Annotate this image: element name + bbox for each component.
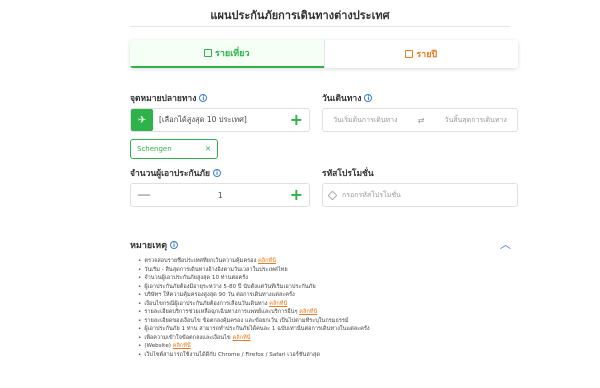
tag-icon bbox=[327, 190, 338, 200]
travel-dates-label: วันเดินทาง i bbox=[322, 91, 373, 105]
destination-chip-label: Schengen bbox=[137, 145, 172, 153]
plus-icon[interactable]: + bbox=[290, 187, 303, 203]
list-item: ตรวจสอบรายชื่อประเทศที่ยกเว้นความคุ้มครอ… bbox=[138, 257, 518, 266]
destination-label: จุดหมายปลายทาง i bbox=[130, 91, 208, 105]
note-text: เพื่อความเข้าใจข้อตกลงและเงื่อนไข bbox=[144, 334, 233, 341]
note-text: บริษัทฯ ให้ความคุ้มครองสูงสุด 90 วัน ต่อ… bbox=[144, 292, 295, 298]
plan-tabs: รายเที่ยว รายปี bbox=[130, 40, 518, 68]
close-icon[interactable]: ✕ bbox=[205, 145, 211, 153]
destination-label-text: จุดหมายปลายทาง bbox=[130, 94, 197, 104]
note-link[interactable]: คลิกที่นี่ bbox=[299, 309, 317, 315]
list-item: รายละเอียดบริการช่วยเหลือฉุกเฉินทางการแพ… bbox=[138, 308, 518, 317]
note-text: เงื่อนไขกรณีผู้เอาประกันภัยต้องการเลื่อน… bbox=[144, 300, 270, 307]
end-date-input[interactable]: วันสิ้นสุดการเดินทาง bbox=[445, 115, 507, 126]
tab-annual[interactable]: รายปี bbox=[323, 40, 519, 68]
list-item: เพื่อความเข้าใจข้อตกลงและเงื่อนไข คลิกที… bbox=[138, 334, 518, 343]
title-divider bbox=[130, 26, 510, 27]
list-item: เงื่อนไขกรณีผู้เอาประกันภัยต้องการเลื่อน… bbox=[138, 300, 518, 309]
note-text: ผู้เอาประกันภัยต้องมีอายุระหว่าง 5-80 ปี… bbox=[144, 283, 316, 290]
destination-chip: Schengen ✕ bbox=[130, 139, 218, 159]
travelers-stepper: — 1 + bbox=[130, 183, 310, 207]
remarks-label: หมายเหตุ bbox=[130, 241, 168, 251]
chevron-up-icon[interactable]: ︿ bbox=[500, 236, 511, 252]
note-text: ตรวจสอบรายชื่อประเทศที่ยกเว้นความคุ้มครอ… bbox=[144, 258, 258, 264]
info-icon[interactable]: i bbox=[364, 94, 373, 102]
destination-placeholder: [เลือกได้สูงสุด 10 ประเทศ] bbox=[159, 115, 247, 124]
note-text: (Website) bbox=[144, 343, 173, 349]
tab-single-trip-label: รายเที่ยว bbox=[215, 49, 250, 59]
destination-select[interactable]: ✈ [เลือกได้สูงสุด 10 ประเทศ] + bbox=[130, 108, 310, 132]
start-date-input[interactable]: วันเริ่มต้นการเดินทาง bbox=[333, 115, 397, 126]
note-text: ผู้เอาประกันภัย 1 ท่าน สามารถทำประกันภัย… bbox=[144, 326, 370, 332]
note-link[interactable]: คลิกที่นี่ bbox=[258, 258, 276, 264]
travelers-label: จำนวนผู้เอาประกันภัย i bbox=[130, 166, 221, 180]
note-link[interactable]: คลิกที่นี่ bbox=[173, 343, 191, 349]
travelers-label-text: จำนวนผู้เอาประกันภัย bbox=[130, 169, 210, 179]
page-title: แผนประกันภัยการเดินทางต่างประเทศ bbox=[210, 9, 390, 22]
list-item: จำนวนผู้เอาประกันภัยสูงสุด 10 ท่านต่อครั… bbox=[138, 274, 518, 283]
calendar-icon bbox=[405, 50, 414, 58]
list-item: ผู้เอาประกันภัย 1 ท่าน สามารถทำประกันภัย… bbox=[138, 325, 518, 334]
swap-icon: ⇄ bbox=[417, 115, 425, 125]
note-link[interactable]: คลิกที่นี่ bbox=[233, 335, 251, 341]
promo-label: รหัสโปรโมชั่น bbox=[322, 166, 374, 180]
plane-icon: ✈ bbox=[131, 109, 153, 131]
list-item: บริษัทฯ ให้ความคุ้มครองสูงสุด 90 วัน ต่อ… bbox=[138, 291, 518, 300]
remarks-list: ตรวจสอบรายชื่อประเทศที่ยกเว้นความคุ้มครอ… bbox=[138, 257, 518, 359]
list-item: เว็บไซต์สามารถใช้งานได้ดีกับ Chrome / Fi… bbox=[138, 351, 518, 360]
list-item: รายละเอียดของเงื่อนไข ข้อตกลงคุ้มครอง แล… bbox=[138, 317, 518, 326]
promo-input[interactable]: กรอกรหัสโปรโมชั่น bbox=[322, 183, 518, 207]
note-text: จำนวนผู้เอาประกันภัยสูงสุด 10 ท่านต่อครั… bbox=[144, 275, 248, 281]
travel-dates-field[interactable]: วันเริ่มต้นการเดินทาง ⇄ วันสิ้นสุดการเดิ… bbox=[322, 108, 518, 132]
note-text: รายละเอียดบริการช่วยเหลือฉุกเฉินทางการแพ… bbox=[144, 309, 300, 315]
promo-label-text: รหัสโปรโมชั่น bbox=[322, 169, 374, 179]
travel-dates-label-text: วันเดินทาง bbox=[322, 94, 362, 104]
note-link[interactable]: คลิกที่นี่ bbox=[269, 301, 287, 307]
calendar-icon bbox=[204, 49, 212, 57]
list-item: (Website) คลิกที่นี่ bbox=[138, 342, 518, 351]
remarks-header[interactable]: หมายเหตุ i bbox=[130, 238, 179, 252]
minus-icon[interactable]: — bbox=[137, 188, 151, 202]
list-item: วันเริ่ม - สิ้นสุดการเดินทางอ้างอิงตามวั… bbox=[138, 266, 518, 275]
note-text: เว็บไซต์สามารถใช้งานได้ดีกับ Chrome / Fi… bbox=[144, 351, 320, 358]
list-item: ผู้เอาประกันภัยต้องมีอายุระหว่าง 5-80 ปี… bbox=[138, 283, 518, 292]
info-icon[interactable]: i bbox=[170, 241, 179, 249]
add-destination-icon[interactable]: + bbox=[290, 112, 309, 128]
tab-annual-label: รายปี bbox=[416, 50, 438, 60]
tab-single-trip[interactable]: รายเที่ยว bbox=[130, 40, 324, 68]
info-icon[interactable]: i bbox=[199, 94, 208, 102]
note-text: วันเริ่ม - สิ้นสุดการเดินทางอ้างอิงตามวั… bbox=[144, 266, 288, 273]
promo-placeholder: กรอกรหัสโปรโมชั่น bbox=[342, 190, 401, 199]
travelers-count: 1 bbox=[217, 190, 223, 200]
note-text: รายละเอียดของเงื่อนไข ข้อตกลงคุ้มครอง แล… bbox=[144, 317, 349, 324]
info-icon[interactable]: i bbox=[212, 169, 221, 177]
